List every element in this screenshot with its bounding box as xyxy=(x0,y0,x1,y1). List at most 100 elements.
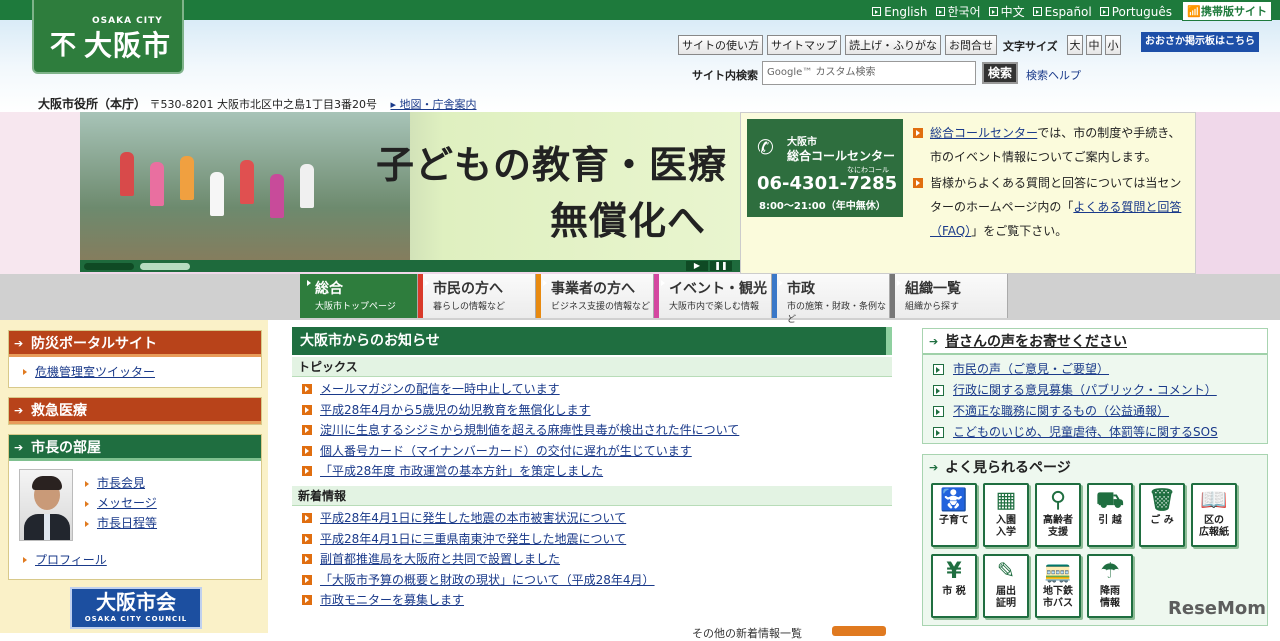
language-link[interactable]: Português xyxy=(1099,3,1172,20)
more-news-button[interactable] xyxy=(832,626,886,636)
news-link[interactable]: 「大阪市予算の概要と財政の現状」について（平成28年4月） xyxy=(320,573,655,587)
popular-page-tile[interactable]: ⛟ 引 越 xyxy=(1087,483,1133,547)
city-council-banner[interactable]: 大阪市会 OSAKA CITY COUNCIL xyxy=(70,587,202,629)
nav-item-title: 組織一覧 xyxy=(905,281,961,297)
popular-page-tile[interactable]: ⚲ 高齢者 支援 xyxy=(1035,483,1081,547)
utility-links: サイトの使い方 サイトマップ 読上げ・ふりがな お問合せ xyxy=(678,35,997,55)
call-center-card[interactable]: ✆ 大阪市 総合コールセンター なにわコール 06-4301-7285 8:00… xyxy=(747,119,903,217)
nav-item[interactable]: 市民の方へ 暮らしの情報など xyxy=(418,274,536,318)
news-link[interactable]: 平成28年4月1日に発生した地震の本市被害状況について xyxy=(320,511,626,525)
topic-link[interactable]: 「平成28年度 市政運営の基本方針」を策定しました xyxy=(320,464,603,478)
child-figure xyxy=(180,156,194,200)
map-link-label: 地図・庁舎案内 xyxy=(399,98,477,111)
topic-link[interactable]: メールマガジンの配信を一時中止しています xyxy=(320,382,560,396)
voice-heading[interactable]: 皆さんの声をお寄せください xyxy=(923,329,1267,355)
main-banner[interactable]: 子どもの教育・医療 無償化へ ▶ ❚❚ xyxy=(80,112,740,272)
pause-icon[interactable]: ❚❚ xyxy=(710,261,732,271)
utility-link-button[interactable]: サイトの使い方 xyxy=(678,35,763,55)
call-center-link[interactable]: 総合コールセンター xyxy=(930,126,1037,140)
popular-page-tile[interactable]: 🗑 ご み xyxy=(1139,483,1185,547)
news-link[interactable]: 平成28年4月1日に三重県南東沖で発生した地震について xyxy=(320,532,626,546)
map-link[interactable]: ▸ 地図・庁舎案内 xyxy=(390,98,476,111)
nav-item[interactable]: 市政 市の施策・財政・条例など xyxy=(772,274,890,325)
profile-link[interactable]: プロフィール xyxy=(9,549,107,571)
mayor-link[interactable]: 市長会見 xyxy=(71,473,157,493)
mobile-site-link[interactable]: 📶携帯版サイト xyxy=(1182,1,1272,21)
tile-label: ご み xyxy=(1150,515,1174,526)
popular-page-tile[interactable]: ¥ 市 税 xyxy=(931,554,977,618)
language-link[interactable]: English xyxy=(872,3,928,20)
tile-label: 降雨 情報 xyxy=(1100,586,1120,609)
voice-link[interactable]: 不適正な職務に関するもの（公益通報） xyxy=(923,401,1267,422)
language-links: English 한국어 中文 Español Português xyxy=(872,3,1172,20)
topic-item[interactable]: 個人番号カード（マイナンバーカード）の交付に遅れが生じています xyxy=(292,441,892,462)
voice-link[interactable]: 行政に関する意見募集（パブリック・コメント） xyxy=(923,380,1267,401)
mayor-link[interactable]: 市長日程等 xyxy=(71,513,157,533)
news-item[interactable]: 「大阪市予算の概要と財政の現状」について（平成28年4月） xyxy=(292,570,892,591)
nav-item[interactable]: 組織一覧 組織から探す xyxy=(890,274,1008,318)
mayor-room-link[interactable]: 市長の部屋 xyxy=(9,435,261,461)
popular-page-tile[interactable]: ▦ 入園 入学 xyxy=(983,483,1029,547)
topic-link[interactable]: 個人番号カード（マイナンバーカード）の交付に遅れが生じています xyxy=(320,444,692,458)
slide-indicator[interactable] xyxy=(140,263,190,270)
train-icon: 🚃 xyxy=(1044,559,1072,584)
news-item[interactable]: 平成28年4月1日に三重県南東沖で発生した地震について xyxy=(292,529,892,550)
crisis-twitter-link[interactable]: 危機管理室ツイッター xyxy=(9,361,261,383)
bbs-button[interactable]: おおさか掲示板はこちら xyxy=(1141,32,1259,52)
language-link[interactable]: Español xyxy=(1032,3,1092,20)
hero-background-left xyxy=(0,112,80,274)
popular-page-tile[interactable]: 🚃 地下鉄 市バス xyxy=(1035,554,1081,618)
tile-label: 子育て xyxy=(939,515,969,526)
slide-indicator[interactable] xyxy=(84,263,134,270)
truck-icon: ⛟ xyxy=(1096,488,1124,513)
nav-item-subtitle: 大阪市トップページ xyxy=(315,302,396,312)
news-link[interactable]: 市政モニターを募集します xyxy=(320,593,464,607)
nav-item-subtitle: 市の施策・財政・条例など xyxy=(787,302,887,325)
topic-link[interactable]: 淀川に生息するシジミから規制値を超える麻痺性貝毒が検出された件について xyxy=(320,423,739,437)
mayor-links: 市長会見 メッセージ 市長日程等 xyxy=(71,473,157,533)
nav-item[interactable]: イベント・観光大阪市内で楽しむ情報 xyxy=(654,274,772,318)
popular-page-tile[interactable]: ☂ 降雨 情報 xyxy=(1087,554,1133,618)
popular-page-tile[interactable]: 📖 区の 広報紙 xyxy=(1191,483,1237,547)
nav-item[interactable]: 事業者の方へ ビジネス支援の情報など xyxy=(536,274,654,318)
search-help-link[interactable]: 検索ヘルプ xyxy=(1026,67,1081,83)
search-input[interactable]: Google™ カスタム検索 xyxy=(762,61,976,85)
voice-link[interactable]: 市民の声（ご意見・ご要望） xyxy=(923,359,1267,380)
font-size-button[interactable]: 大 xyxy=(1067,35,1083,55)
utility-link-button[interactable]: お問合せ xyxy=(945,35,997,55)
popular-page-tile[interactable]: ✎ 届出 証明 xyxy=(983,554,1029,618)
photo-tie xyxy=(44,514,50,540)
disaster-portal-link[interactable]: 防災ポータルサイト xyxy=(9,331,261,357)
language-label: English xyxy=(884,4,928,19)
news-link[interactable]: 副首都推進局を大阪府と共同で設置しました xyxy=(320,552,560,566)
play-icon[interactable]: ▶ xyxy=(686,261,708,271)
site-logo[interactable]: OSAKA CITY 不 大阪市 xyxy=(32,0,184,74)
language-link[interactable]: 한국어 xyxy=(935,3,981,20)
news-item[interactable]: 平成28年4月1日に発生した地震の本市被害状況について xyxy=(292,508,892,529)
utility-link-button[interactable]: 読上げ・ふりがな xyxy=(845,35,941,55)
font-size-button[interactable]: 中 xyxy=(1086,35,1102,55)
font-size-button[interactable]: 小 xyxy=(1105,35,1121,55)
nav-item-title: イベント・観光 xyxy=(669,281,767,297)
topic-item[interactable]: 淀川に生息するシジミから規制値を超える麻痺性貝毒が検出された件について xyxy=(292,420,892,441)
emergency-medical-link[interactable]: 救急医療 xyxy=(9,398,261,424)
voice-link[interactable]: こどものいじめ、児童虐待、体罰等に関するSOS xyxy=(923,422,1267,443)
topic-link[interactable]: 平成28年4月から5歳児の幼児教育を無償化します xyxy=(320,403,591,417)
utility-link-button[interactable]: サイトマップ xyxy=(767,35,841,55)
news-item[interactable]: 副首都推進局を大阪府と共同で設置しました xyxy=(292,549,892,570)
mayor-link[interactable]: メッセージ xyxy=(71,493,157,513)
topic-item[interactable]: メールマガジンの配信を一時中止しています xyxy=(292,379,892,400)
topic-item[interactable]: 平成28年4月から5歳児の幼児教育を無償化します xyxy=(292,400,892,421)
news-item[interactable]: 市政モニターを募集します xyxy=(292,590,892,611)
language-link[interactable]: 中文 xyxy=(988,3,1025,20)
mayor-photo xyxy=(19,469,73,541)
more-news-link[interactable]: その他の新着情報一覧 xyxy=(692,625,802,641)
topic-item[interactable]: 「平成28年度 市政運営の基本方針」を策定しました xyxy=(292,461,892,482)
popular-page-tile[interactable]: 🚼 子育て xyxy=(931,483,977,547)
call-center-number: 06-4301-7285 xyxy=(757,173,898,194)
nav-item[interactable]: 総合 大阪市トップページ xyxy=(300,274,418,318)
nav-item-subtitle: 大阪市内で楽しむ情報 xyxy=(669,302,760,312)
city-emblem-icon: 不 xyxy=(50,31,77,61)
arrow-icon xyxy=(935,7,945,16)
search-button[interactable]: 検索 xyxy=(982,62,1018,84)
